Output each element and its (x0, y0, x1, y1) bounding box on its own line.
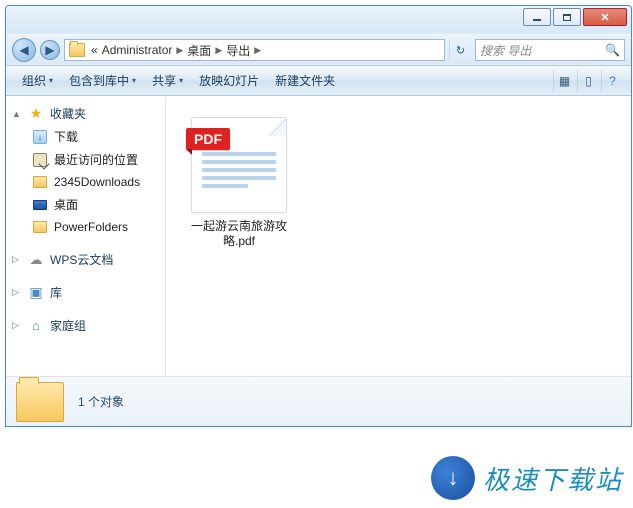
refresh-button[interactable]: ↻ (449, 39, 471, 61)
chevron-right-icon[interactable]: ▶ (252, 45, 263, 56)
organize-button[interactable]: 组织▾ (14, 66, 61, 95)
explorer-body: ▲ ★ 收藏夹 下载 最近访问的位置 2345Downloads 桌面 Powe… (6, 96, 631, 376)
view-options-button[interactable]: ▦ (553, 70, 575, 92)
nav-label: 最近访问的位置 (54, 151, 138, 168)
homegroup-icon: ⌂ (28, 318, 44, 334)
preview-pane-button[interactable]: ▯ (577, 70, 599, 92)
breadcrumb-seg[interactable]: 桌面 (185, 42, 213, 59)
nav-forward-button[interactable]: ▶ (40, 40, 60, 60)
status-bar: 1 个对象 (6, 376, 631, 426)
minimize-button[interactable] (523, 8, 551, 26)
breadcrumb-prefix: « (89, 43, 100, 57)
search-input[interactable]: 搜索 导出 🔍 (475, 39, 625, 61)
breadcrumb-seg[interactable]: 导出 (224, 42, 252, 59)
chevron-down-icon: ▾ (49, 76, 53, 85)
status-text: 1 个对象 (78, 393, 124, 410)
toolbar-label: 组织 (22, 72, 46, 89)
chevron-right-icon[interactable]: ▶ (213, 45, 224, 56)
nav-pane: ▲ ★ 收藏夹 下载 最近访问的位置 2345Downloads 桌面 Powe… (6, 96, 166, 376)
breadcrumb-seg[interactable]: Administrator (100, 43, 175, 57)
nav-header-homegroup[interactable]: ▷ ⌂ 家庭组 (6, 314, 165, 337)
chevron-down-icon: ▾ (179, 76, 183, 85)
nav-group-homegroup: ▷ ⌂ 家庭组 (6, 314, 165, 337)
nav-back-button[interactable]: ◀ (12, 38, 36, 62)
expand-icon: ▷ (12, 254, 22, 265)
nav-item-desktop[interactable]: 桌面 (6, 193, 165, 216)
address-row: ◀ ▶ « Administrator ▶ 桌面 ▶ 导出 ▶ ↻ 搜索 导出 … (6, 34, 631, 66)
nav-header-wps[interactable]: ▷ ☁ WPS云文档 (6, 248, 165, 271)
nav-label: 桌面 (54, 196, 78, 213)
toolbar: 组织▾ 包含到库中▾ 共享▾ 放映幻灯片 新建文件夹 ▦ ▯ ? (6, 66, 631, 96)
nav-group-libraries: ▷ ▣ 库 (6, 281, 165, 304)
download-icon (33, 130, 47, 144)
folder-icon (69, 43, 85, 57)
maximize-button[interactable] (553, 8, 581, 26)
recent-icon (33, 153, 47, 167)
share-button[interactable]: 共享▾ (144, 66, 191, 95)
new-folder-button[interactable]: 新建文件夹 (267, 66, 343, 95)
watermark-logo-icon (431, 456, 475, 500)
nav-label: 库 (50, 284, 62, 301)
cloud-icon: ☁ (28, 252, 44, 268)
folder-icon (16, 382, 64, 422)
nav-header-libraries[interactable]: ▷ ▣ 库 (6, 281, 165, 304)
folder-icon (33, 176, 47, 188)
nav-item-downloads[interactable]: 下载 (6, 125, 165, 148)
chevron-right-icon[interactable]: ▶ (174, 45, 185, 56)
file-thumbnail: PDF (191, 117, 287, 213)
nav-group-favorites: ▲ ★ 收藏夹 下载 最近访问的位置 2345Downloads 桌面 Powe… (6, 102, 165, 238)
search-icon: 🔍 (605, 43, 620, 57)
toolbar-label: 新建文件夹 (275, 72, 335, 89)
watermark: 极速下载站 (431, 456, 623, 500)
nav-item-2345downloads[interactable]: 2345Downloads (6, 171, 165, 193)
nav-header-favorites[interactable]: ▲ ★ 收藏夹 (6, 102, 165, 125)
help-button[interactable]: ? (601, 70, 623, 92)
expand-icon: ▷ (12, 287, 22, 298)
desktop-icon (33, 200, 47, 210)
toolbar-label: 放映幻灯片 (199, 72, 259, 89)
watermark-text: 极速下载站 (483, 460, 623, 497)
titlebar: ✕ (6, 6, 631, 34)
nav-label: 2345Downloads (54, 175, 140, 189)
folder-icon (33, 221, 47, 233)
close-button[interactable]: ✕ (583, 8, 627, 26)
include-library-button[interactable]: 包含到库中▾ (61, 66, 144, 95)
nav-item-recent[interactable]: 最近访问的位置 (6, 148, 165, 171)
slideshow-button[interactable]: 放映幻灯片 (191, 66, 267, 95)
expand-icon: ▷ (12, 320, 22, 331)
chevron-down-icon: ▾ (132, 76, 136, 85)
toolbar-label: 共享 (152, 72, 176, 89)
refresh-icon: ↻ (456, 44, 465, 57)
content-pane[interactable]: PDF 一起游云南旅游攻略.pdf (166, 96, 631, 376)
address-bar[interactable]: « Administrator ▶ 桌面 ▶ 导出 ▶ (64, 39, 445, 61)
nav-label: 收藏夹 (50, 105, 86, 122)
nav-label: 下载 (54, 128, 78, 145)
nav-label: PowerFolders (54, 220, 128, 234)
explorer-window: ✕ ◀ ▶ « Administrator ▶ 桌面 ▶ 导出 ▶ ↻ 搜索 导… (5, 5, 632, 427)
search-placeholder: 搜索 导出 (480, 42, 531, 59)
toolbar-label: 包含到库中 (69, 72, 129, 89)
nav-item-powerfolders[interactable]: PowerFolders (6, 216, 165, 238)
file-name: 一起游云南旅游攻略.pdf (187, 219, 291, 249)
library-icon: ▣ (28, 285, 44, 301)
close-icon: ✕ (600, 11, 609, 24)
nav-label: 家庭组 (50, 317, 86, 334)
pdf-badge: PDF (186, 128, 230, 150)
nav-label: WPS云文档 (50, 251, 113, 268)
expand-icon: ▲ (12, 109, 22, 119)
file-item[interactable]: PDF 一起游云南旅游攻略.pdf (180, 110, 298, 256)
nav-group-wps: ▷ ☁ WPS云文档 (6, 248, 165, 271)
star-icon: ★ (28, 106, 44, 122)
